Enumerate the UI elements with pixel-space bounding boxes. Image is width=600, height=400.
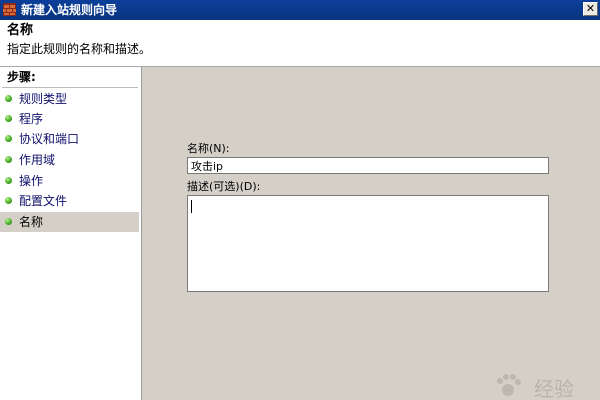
baidu-watermark: 经验 — [490, 368, 600, 400]
step-protocol-and-ports[interactable]: 协议和端口 — [0, 129, 139, 149]
step-label: 作用域 — [19, 153, 56, 167]
title-bar[interactable]: 新建入站规则向导 ✕ — [0, 0, 600, 20]
name-input[interactable] — [187, 157, 549, 174]
window-title: 新建入站规则向导 — [21, 3, 118, 17]
page-description: 指定此规则的名称和描述。 — [7, 42, 152, 56]
step-action[interactable]: 操作 — [0, 171, 139, 191]
close-icon: ✕ — [585, 2, 596, 15]
wizard-header: 名称 指定此规则的名称和描述。 — [0, 20, 600, 67]
step-label: 配置文件 — [19, 194, 68, 208]
description-textarea[interactable] — [187, 195, 549, 292]
step-profile[interactable]: 配置文件 — [0, 191, 139, 211]
green-dot-icon — [5, 218, 12, 225]
firewall-icon — [3, 3, 16, 16]
green-dot-icon — [5, 95, 12, 102]
green-dot-icon — [5, 115, 12, 122]
green-dot-icon — [5, 197, 12, 204]
green-dot-icon — [5, 156, 12, 163]
close-button[interactable]: ✕ — [583, 2, 598, 16]
step-label: 名称 — [19, 215, 44, 229]
steps-title: 步骤: — [7, 70, 36, 84]
steps-pane: 步骤: 规则类型 程序 协议和端口 作用域 操作 配置文件 名称 — [0, 67, 142, 400]
description-label: 描述(可选)(D): — [187, 180, 261, 193]
step-program[interactable]: 程序 — [0, 109, 139, 129]
watermark-text: 经验 — [534, 377, 574, 400]
step-label: 规则类型 — [19, 92, 68, 106]
content-panel: 名称(N): 描述(可选)(D): — [142, 67, 600, 400]
step-label: 操作 — [19, 174, 44, 188]
page-title: 名称 — [7, 23, 34, 38]
step-name[interactable]: 名称 — [0, 212, 139, 232]
divider — [2, 87, 138, 88]
text-caret — [191, 200, 192, 213]
step-scope[interactable]: 作用域 — [0, 150, 139, 170]
paw-logo-icon: 经验 — [497, 374, 574, 400]
step-rule-type[interactable]: 规则类型 — [0, 89, 139, 109]
green-dot-icon — [5, 177, 12, 184]
step-label: 协议和端口 — [19, 132, 80, 146]
name-label: 名称(N): — [187, 142, 230, 155]
wizard-window: 新建入站规则向导 ✕ 名称 指定此规则的名称和描述。 步骤: 规则类型 程序 协… — [0, 0, 600, 400]
green-dot-icon — [5, 135, 12, 142]
step-label: 程序 — [19, 112, 44, 126]
